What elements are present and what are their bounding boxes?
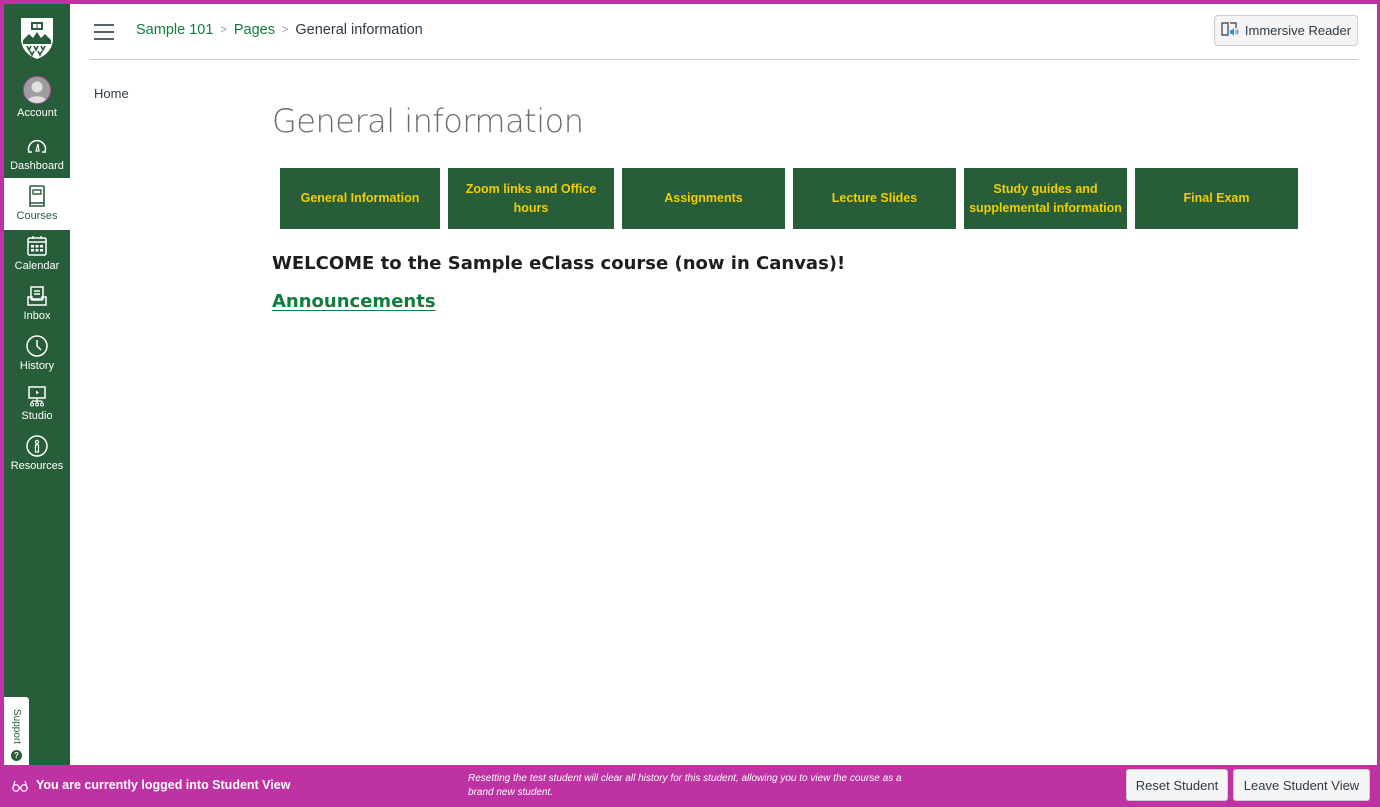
nav-label: Studio	[21, 410, 53, 422]
student-view-message: You are currently logged into Student Vi…	[36, 778, 291, 792]
chevron-right-icon: >	[220, 24, 227, 36]
page-title: General information	[272, 102, 584, 140]
nav-label: Calendar	[14, 260, 60, 272]
inbox-icon	[25, 284, 49, 308]
university-logo-icon[interactable]	[19, 14, 55, 60]
nav-account[interactable]: Account	[4, 76, 70, 126]
tile-general-information[interactable]: General Information	[280, 168, 440, 229]
tile-lecture-slides[interactable]: Lecture Slides	[793, 168, 956, 229]
courses-icon	[25, 184, 49, 208]
tile-zoom-links[interactable]: Zoom links and Office hours	[448, 168, 614, 229]
breadcrumb: Sample 101 > Pages > General information	[136, 22, 423, 38]
calendar-icon	[25, 234, 49, 258]
leave-student-view-button[interactable]: Leave Student View	[1233, 769, 1370, 801]
studio-icon	[25, 384, 49, 408]
nav-history[interactable]: History	[4, 334, 70, 384]
nav-label: Account	[17, 107, 57, 119]
nav-resources[interactable]: Resources	[4, 434, 70, 484]
breadcrumb-current: General information	[295, 22, 423, 38]
immersive-reader-icon	[1221, 21, 1239, 40]
hamburger-icon	[94, 24, 114, 26]
nav-label: History	[19, 360, 55, 372]
course-nav-home[interactable]: Home	[94, 86, 129, 101]
nav-courses[interactable]: Courses	[4, 178, 70, 230]
support-label: Support	[11, 708, 22, 744]
nav-inbox[interactable]: Inbox	[4, 284, 70, 334]
nav-label: Resources	[10, 460, 64, 472]
breadcrumb-pages[interactable]: Pages	[234, 22, 275, 38]
reset-student-button[interactable]: Reset Student	[1126, 769, 1228, 801]
student-view-note: Resetting the test student will clear al…	[468, 773, 902, 798]
immersive-reader-label: Immersive Reader	[1244, 23, 1352, 38]
tile-final-exam[interactable]: Final Exam	[1135, 168, 1298, 229]
global-nav: Account Dashboard Courses Calendar Inbox	[4, 4, 70, 765]
glasses-icon	[12, 779, 28, 793]
avatar-icon	[23, 76, 51, 104]
welcome-heading: WELCOME to the Sample eClass course (now…	[272, 253, 846, 274]
course-menu-toggle[interactable]	[94, 24, 114, 40]
help-icon: ?	[11, 750, 22, 761]
tile-study-guides[interactable]: Study guides and supplemental informatio…	[964, 168, 1127, 229]
canvas-window: Account Dashboard Courses Calendar Inbox	[4, 4, 1377, 765]
nav-dashboard[interactable]: Dashboard	[4, 134, 70, 184]
resources-icon	[25, 434, 49, 458]
nav-label: Inbox	[23, 310, 51, 322]
nav-label: Courses	[16, 210, 58, 222]
breadcrumb-course[interactable]: Sample 101	[136, 22, 213, 38]
support-tab[interactable]: Support ?	[4, 697, 29, 765]
chevron-right-icon: >	[281, 24, 289, 36]
history-icon	[25, 334, 49, 358]
nav-calendar[interactable]: Calendar	[4, 234, 70, 284]
header-divider	[90, 59, 1358, 60]
nav-label: Dashboard	[10, 160, 64, 172]
nav-studio[interactable]: Studio	[4, 384, 70, 434]
student-view-bar: You are currently logged into Student Vi…	[4, 765, 1377, 807]
tile-assignments[interactable]: Assignments	[622, 168, 785, 229]
dashboard-icon	[25, 134, 49, 158]
announcements-link[interactable]: Announcements	[272, 291, 436, 312]
immersive-reader-button[interactable]: Immersive Reader	[1214, 15, 1358, 46]
